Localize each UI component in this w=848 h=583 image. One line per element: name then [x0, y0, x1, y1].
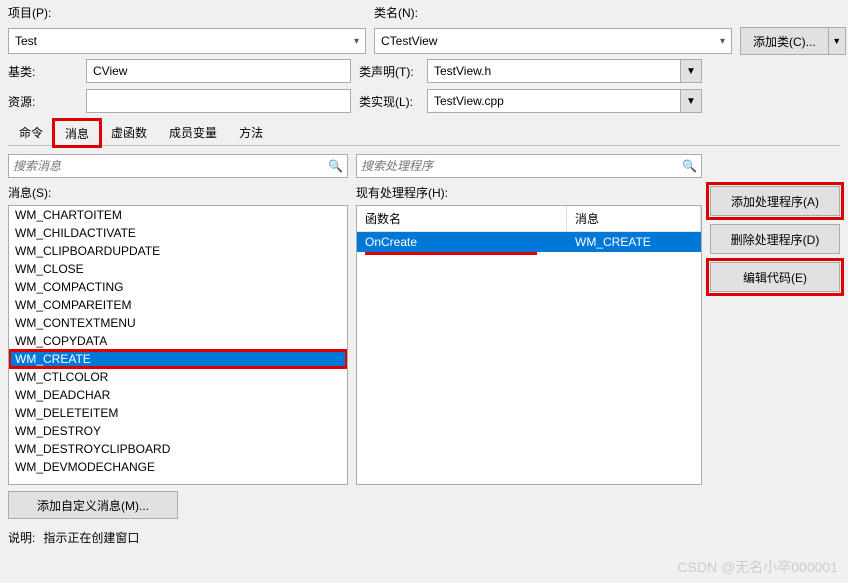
add-class-button[interactable]: 添加类(C)...: [740, 27, 828, 55]
class-name-combo[interactable]: CTestView ▾: [374, 28, 732, 54]
class-impl-field[interactable]: TestView.cpp: [427, 89, 681, 113]
list-item[interactable]: WM_DELETEITEM: [9, 404, 347, 422]
class-decl-label: 类声明(T):: [359, 63, 419, 80]
list-item[interactable]: WM_CHILDACTIVATE: [9, 224, 347, 242]
list-item[interactable]: WM_CLIPBOARDUPDATE: [9, 242, 347, 260]
desc-prefix: 说明:: [8, 529, 35, 546]
project-label: 项目(P):: [8, 4, 78, 21]
tab-1[interactable]: 消息: [54, 120, 100, 146]
add-handler-button[interactable]: 添加处理程序(A): [710, 186, 840, 216]
delete-handler-button[interactable]: 删除处理程序(D): [710, 224, 840, 254]
class-decl-field[interactable]: TestView.h: [427, 59, 681, 83]
tab-bar: 命令消息虚函数成员变量方法: [8, 119, 840, 146]
search-icon: 🔍: [328, 159, 343, 173]
list-item[interactable]: WM_DEVMODECHANGE: [9, 458, 347, 476]
list-item[interactable]: WM_CTLCOLOR: [9, 368, 347, 386]
desc-text: 指示正在创建窗口: [43, 529, 139, 546]
tab-4[interactable]: 方法: [228, 119, 274, 145]
list-item[interactable]: WM_CONTEXTMENU: [9, 314, 347, 332]
list-item[interactable]: WM_CREATE: [9, 350, 347, 368]
col-msg[interactable]: 消息: [567, 206, 701, 231]
chevron-down-icon: ▾: [354, 36, 359, 47]
base-class-field: CView: [86, 59, 351, 83]
search-messages-box[interactable]: 🔍: [8, 154, 348, 178]
tab-2[interactable]: 虚函数: [100, 119, 158, 145]
chevron-down-icon: ▾: [720, 36, 725, 47]
project-value: Test: [15, 34, 37, 48]
handler-msg: WM_CREATE: [567, 232, 701, 252]
class-impl-label: 类实现(L):: [359, 93, 419, 110]
list-item[interactable]: WM_DESTROY: [9, 422, 347, 440]
add-class-dropdown[interactable]: ▼: [828, 27, 846, 55]
resource-field: [86, 89, 351, 113]
class-decl-dropdown[interactable]: ▼: [680, 59, 702, 83]
list-item[interactable]: WM_CHARTOITEM: [9, 206, 347, 224]
project-combo[interactable]: Test ▾: [8, 28, 366, 54]
tab-3[interactable]: 成员变量: [158, 119, 228, 145]
tab-0[interactable]: 命令: [8, 119, 54, 145]
list-item[interactable]: WM_COMPACTING: [9, 278, 347, 296]
search-handlers-box[interactable]: 🔍: [356, 154, 702, 178]
class-name-value: CTestView: [381, 34, 437, 48]
table-row[interactable]: OnCreateWM_CREATE: [357, 232, 701, 252]
handlers-table[interactable]: 函数名 消息 OnCreateWM_CREATE: [356, 205, 702, 485]
class-name-label: 类名(N):: [374, 4, 444, 21]
list-item[interactable]: WM_COMPAREITEM: [9, 296, 347, 314]
class-impl-dropdown[interactable]: ▼: [680, 89, 702, 113]
add-class-split-button[interactable]: 添加类(C)... ▼: [740, 27, 846, 55]
col-func[interactable]: 函数名: [357, 206, 567, 231]
resource-label: 资源:: [8, 93, 78, 110]
search-icon: 🔍: [682, 159, 697, 173]
handlers-table-header: 函数名 消息: [357, 206, 701, 232]
search-messages-input[interactable]: [13, 159, 328, 173]
list-item[interactable]: WM_DESTROYCLIPBOARD: [9, 440, 347, 458]
edit-code-button[interactable]: 编辑代码(E): [710, 262, 840, 292]
list-item[interactable]: WM_DEADCHAR: [9, 386, 347, 404]
messages-listbox[interactable]: WM_CHARTOITEMWM_CHILDACTIVATEWM_CLIPBOAR…: [8, 205, 348, 485]
search-handlers-input[interactable]: [361, 159, 682, 173]
list-item[interactable]: WM_COPYDATA: [9, 332, 347, 350]
add-custom-message-button[interactable]: 添加自定义消息(M)...: [8, 491, 178, 519]
base-class-label: 基类:: [8, 63, 78, 80]
handlers-section-label: 现有处理程序(H):: [356, 184, 702, 201]
list-item[interactable]: WM_CLOSE: [9, 260, 347, 278]
messages-section-label: 消息(S):: [8, 184, 348, 201]
watermark: CSDN @无名小卒000001: [678, 557, 839, 577]
handler-func: OnCreate: [357, 232, 567, 252]
